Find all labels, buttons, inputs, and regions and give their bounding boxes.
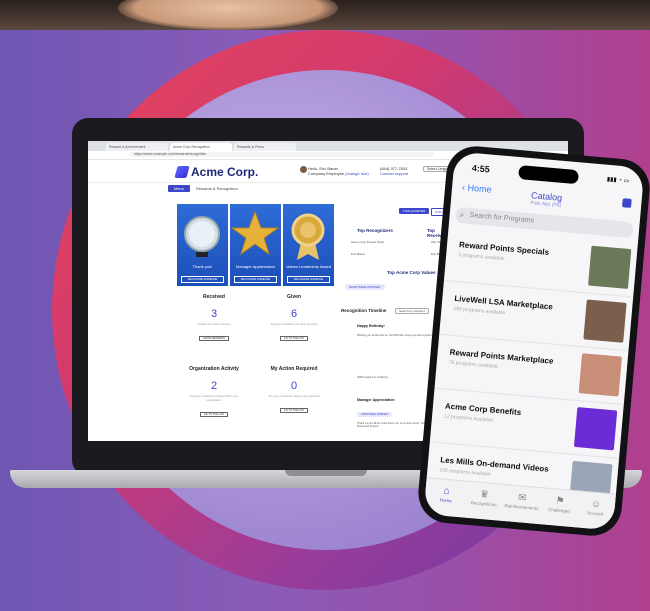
stat-action-required: My Action Required 0 All types of awards… — [255, 364, 333, 428]
tab-this-quarter[interactable]: THIS QUARTER — [399, 208, 429, 214]
background-photo-strip — [0, 0, 650, 30]
go-to-list-button[interactable]: GO TO THE LIST — [199, 412, 229, 417]
award-card-values[interactable]: Values Leadership Award RECOGNIZE SOMEON… — [283, 204, 334, 286]
browser-tab[interactable]: Rewards & Perks — [234, 143, 296, 151]
stat-organization-activity: Organization Activity 2 All types of awa… — [175, 364, 253, 428]
program-count: 100 programs available — [439, 467, 492, 478]
tab-reimbursements[interactable]: ✉ Reimbursements — [502, 491, 541, 511]
acme-logo-icon — [174, 166, 190, 178]
program-thumbnail — [573, 407, 618, 451]
award-card-manager[interactable]: Manager Appreciation RECOGNIZE SOMEONE — [230, 204, 281, 286]
brand-logo[interactable]: Acme Corp. — [174, 165, 259, 179]
status-time: 4:55 — [471, 162, 491, 175]
tab-label: Recognitions — [470, 500, 497, 508]
stat-title: Given — [287, 294, 301, 300]
stat-given: Given 6 All types of awards you have pro… — [255, 292, 333, 356]
program-count: 12 programs available — [443, 413, 494, 424]
avatar — [300, 166, 307, 173]
contact-support-link[interactable]: Contact support — [380, 171, 408, 176]
tab-account[interactable]: ☺ Account — [576, 497, 615, 517]
status-icons: ▮▮▮ ◔ ▭ — [606, 176, 630, 185]
post-text: Wishing you all the best on your Birthda… — [357, 334, 436, 337]
stat-title: Organization Activity — [189, 366, 239, 372]
program-thumbnail — [588, 245, 632, 289]
value-chip[interactable]: ADAPTABLE MINDSET — [357, 412, 393, 417]
go-to-list-button[interactable]: GO TO THE LIST — [279, 408, 309, 413]
tab-label: Account — [586, 510, 604, 517]
recognize-someone-button[interactable]: RECOGNIZE SOMEONE — [181, 276, 224, 283]
user-info[interactable]: Hello, Eric Bauer Company Employee (chan… — [300, 166, 369, 176]
tab-home[interactable]: ⌂ Home — [427, 484, 466, 504]
browser-tab[interactable]: Reward & Achievement — [106, 143, 168, 151]
program-thumbnail — [583, 299, 627, 343]
browser-tab-active[interactable]: Acme Corp Recognition — [170, 143, 232, 151]
award-label: Values Leadership Award — [286, 264, 331, 269]
stat-title: My Action Required — [270, 366, 318, 372]
stat-title: Received — [203, 294, 225, 300]
medal-award-icon — [291, 213, 325, 260]
post-title: Manager Appreciation — [357, 398, 395, 402]
post-meta: 2000 Instance in rendering — [357, 376, 388, 379]
go-to-list-button[interactable]: GO TO THE LIST — [279, 336, 309, 341]
phone-frame: 4:55 ▮▮▮ ◔ ▭ ‹ Home Catalog Palo Alto (P… — [415, 143, 650, 539]
user-role: Company Employee — [308, 171, 345, 176]
stat-description: awards you have received — [197, 322, 231, 326]
tab-label: Home — [439, 497, 452, 504]
top-recognizers-title: Top Recognizers — [357, 228, 393, 233]
program-count: 76 programs available — [448, 359, 499, 370]
laptop-notch — [285, 470, 367, 476]
grid-icon[interactable] — [621, 198, 632, 208]
recognize-someone-button[interactable]: RECOGNIZE SOMEONE — [234, 276, 277, 283]
stat-value: 0 — [290, 380, 298, 392]
phone-screen: 4:55 ▮▮▮ ◔ ▭ ‹ Home Catalog Palo Alto (P… — [423, 151, 645, 531]
change-role-link[interactable]: (change role) — [345, 171, 369, 176]
award-label: Manager Appreciation — [236, 264, 275, 269]
recognizer-name[interactable]: Acme Corp People Team — [351, 240, 384, 244]
timeline-search-input[interactable]: Search by recipient — [395, 308, 429, 314]
value-chip[interactable]: ADAPTABLE MINDSET — [345, 284, 385, 290]
recognizer-name[interactable]: Eric Bauer — [351, 252, 365, 256]
timeline-title: Recognition Timeline — [341, 308, 387, 313]
program-thumbnail — [578, 353, 622, 397]
stat-value: 3 — [210, 308, 218, 320]
stat-description: All types of awards require your approva… — [268, 394, 320, 398]
stat-value: 2 — [210, 380, 218, 392]
star-award-icon — [230, 210, 280, 256]
dynamic-island — [518, 165, 580, 185]
recognize-someone-button[interactable]: RECOGNIZE SOMEONE — [287, 276, 330, 283]
tab-label: Challenges — [547, 506, 571, 514]
program-count: 169 programs available — [453, 305, 506, 317]
tab-recognitions[interactable]: ♛ Recognitions — [464, 488, 503, 508]
post-title: Happy Birthday! — [357, 324, 385, 328]
breadcrumb[interactable]: Rewards & Recognition — [196, 186, 238, 191]
tab-challenges[interactable]: ⚑ Challenges — [540, 494, 579, 514]
brand-name: Acme Corp. — [191, 165, 259, 179]
program-count: 3 programs available — [457, 252, 505, 263]
stat-received: Received 3 awards you have received SHOW… — [175, 292, 253, 356]
show-rewards-button[interactable]: SHOW REWARDS — [199, 336, 229, 341]
stat-value: 6 — [290, 308, 298, 320]
award-card-thank-you[interactable]: Thank you! RECOGNIZE SOMEONE — [177, 204, 228, 286]
stat-description: All types of awards provided within your… — [189, 394, 239, 402]
url-input[interactable]: https://acme.example.com/rewards/recogni… — [130, 152, 434, 157]
mirror-award-icon — [184, 216, 220, 257]
support-info: (844) 377-7653 Contact support — [380, 166, 408, 176]
stat-description: All types of awards you have provided — [270, 322, 318, 326]
menu-button[interactable]: Menu — [168, 185, 190, 192]
values-title: Top Acme Corp Values — [387, 270, 436, 275]
award-cards: Thank you! RECOGNIZE SOMEONE Manager App… — [177, 204, 334, 286]
award-label: Thank you! — [192, 264, 213, 269]
